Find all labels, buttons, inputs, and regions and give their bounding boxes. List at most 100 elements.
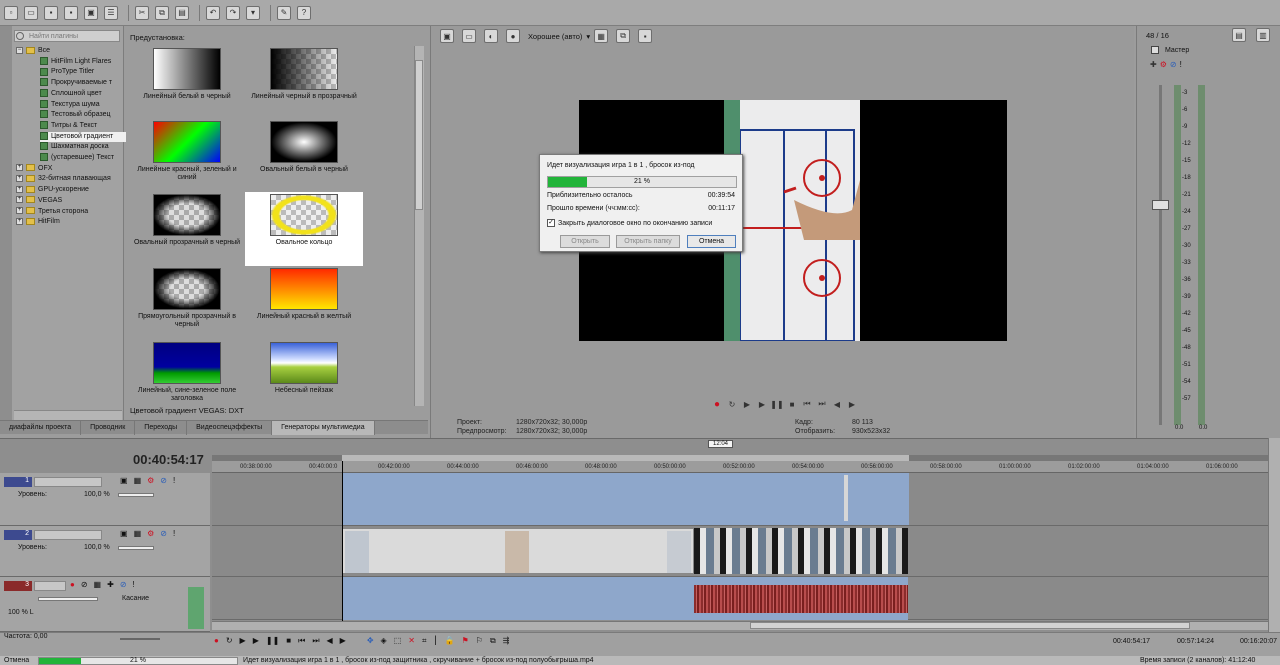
arm-record-icon[interactable]: ● (70, 580, 75, 589)
mixer-settings-icon[interactable]: ▥ (1256, 28, 1270, 42)
tree-item[interactable]: − Все (16, 46, 126, 57)
collapse-icon[interactable]: − (16, 46, 23, 54)
track-fx-icon[interactable]: ▦ (134, 476, 142, 485)
timeline-ruler[interactable]: 00:38:00:00 00:40:00:0 00:42:00:00 00:44:00… (212, 461, 1268, 473)
next-frame-icon[interactable]: ▶ (847, 399, 857, 409)
preset-tile[interactable]: Линейный красный в желтый (245, 268, 363, 340)
track-motion-icon[interactable]: ▣ (120, 476, 128, 485)
solo-track-icon[interactable]: ! (133, 580, 135, 589)
new-icon[interactable]: ▫ (4, 5, 18, 20)
video-track-2-lane[interactable] (212, 526, 1268, 577)
tree-item[interactable]: + Третья сторона (16, 207, 126, 218)
solo-track-icon[interactable]: ! (173, 529, 175, 538)
tree-item[interactable]: + VEGAS (16, 196, 126, 207)
tree-item[interactable]: Сплошной цвет (40, 88, 126, 100)
track-motion-icon[interactable]: ▣ (120, 529, 128, 538)
master-fx-icon[interactable]: ⚙ (1160, 60, 1167, 69)
go-to-start-icon[interactable]: ⏮ (298, 636, 305, 646)
tree-item[interactable]: + OFX (16, 164, 126, 175)
go-to-end-icon[interactable]: ⏭ (817, 399, 827, 409)
expand-icon[interactable]: + (16, 196, 23, 204)
master-fader-handle[interactable] (1152, 200, 1169, 210)
fx-chain-icon[interactable]: ✚ (1150, 60, 1157, 69)
mute-icon[interactable]: ⊘ (1170, 60, 1177, 69)
properties-icon[interactable]: ☰ (104, 5, 118, 20)
selection-end[interactable]: 00:57:14:24 (1177, 638, 1214, 645)
trim-icon[interactable]: ⌗ (422, 636, 427, 646)
copy-icon[interactable]: ⧉ (155, 5, 169, 20)
adjust-size-icon[interactable]: ● (506, 29, 520, 43)
level-slider[interactable] (118, 493, 154, 497)
overlays-icon[interactable]: ▦ (594, 29, 609, 43)
audio-clip[interactable] (694, 577, 908, 620)
tree-item[interactable]: HitFilm Light Flares (40, 56, 126, 68)
open-folder-button[interactable]: Открыть папку (616, 235, 680, 248)
play-from-start-icon[interactable]: ▶ (742, 399, 752, 409)
tree-item[interactable]: ProType Titler (40, 67, 126, 78)
loop-icon[interactable]: ↻ (226, 636, 233, 646)
tree-item[interactable]: Прокручиваемые т (40, 78, 126, 89)
solo-track-icon[interactable]: ! (173, 476, 175, 485)
external-monitor-icon[interactable]: ▭ (462, 29, 476, 43)
selection-tool-icon[interactable]: ⬚ (394, 636, 402, 646)
level-slider[interactable] (118, 546, 154, 550)
expand-icon[interactable]: + (16, 185, 23, 193)
track-1-region[interactable] (342, 473, 909, 525)
automation-mode[interactable]: Касание (122, 595, 149, 602)
timeline-scroll-thumb[interactable] (750, 622, 1190, 629)
tree-item[interactable]: + HitFilm (16, 217, 126, 228)
preset-tile[interactable]: Линейный белый в черный (128, 48, 246, 120)
tab-media-generators[interactable]: Генераторы мультимедиа (272, 421, 375, 435)
save-as-icon[interactable]: ▪ (64, 5, 78, 20)
history-icon[interactable]: ▾ (246, 5, 260, 20)
stop-icon[interactable]: ■ (787, 399, 797, 409)
stop-icon[interactable]: ■ (286, 636, 291, 646)
play-from-start-icon[interactable]: ▶ (240, 636, 246, 646)
go-to-start-icon[interactable]: ⏮ (802, 399, 812, 409)
prev-frame-icon[interactable]: ◀ (327, 636, 333, 646)
lock-icon[interactable]: 🔒 (445, 636, 455, 646)
undo-icon[interactable]: ↶ (206, 5, 220, 20)
tab-video-fx[interactable]: Видеоспецэффекты (187, 421, 273, 435)
audio-track-3-lane[interactable] (212, 577, 1268, 620)
pause-icon[interactable]: ❚❚ (266, 636, 279, 646)
tree-item[interactable]: +32-битная плавающая (16, 174, 126, 185)
cancel-button[interactable]: Отмена (687, 235, 736, 248)
tree-item[interactable]: Титры & Текст (40, 121, 126, 132)
track-name-field[interactable] (34, 530, 102, 540)
invert-phase-icon[interactable]: ⊘ (81, 580, 88, 589)
short-clip[interactable] (844, 475, 848, 521)
tree-item[interactable]: Текстура шума (40, 99, 126, 111)
preset-tile[interactable]: Небесный пейзаж (245, 342, 363, 414)
selection-length[interactable]: 00:16:20:07 (1240, 638, 1277, 645)
render-icon[interactable]: ▣ (84, 5, 98, 20)
track-fx-icon[interactable]: ▦ (94, 580, 102, 589)
split-screen-icon[interactable]: ◐ (484, 29, 498, 43)
auto-ripple-icon[interactable]: ⇶ (503, 636, 510, 646)
preset-scrollbar-thumb[interactable] (415, 60, 423, 210)
selection-start[interactable]: 00:40:54:17 (1113, 638, 1150, 645)
track-name-field[interactable] (34, 581, 66, 591)
tab-explorer[interactable]: Проводник (81, 421, 136, 435)
split-icon[interactable]: ⎮ (433, 636, 437, 646)
preview-properties-icon[interactable]: ▣ (440, 29, 454, 43)
play-icon[interactable]: ▶ (757, 399, 767, 409)
record-icon[interactable]: ● (214, 636, 219, 646)
tree-item[interactable]: Шахматная доска (40, 142, 126, 153)
solo-icon[interactable]: ! (1180, 60, 1182, 69)
mute-track-icon[interactable]: ⊘ (120, 580, 127, 589)
timeline-vertical-scrollbar[interactable] (1268, 438, 1280, 632)
track-fx-icon[interactable]: ▦ (134, 529, 142, 538)
video-clip-segments[interactable] (694, 528, 908, 574)
region-icon[interactable]: ⚐ (476, 636, 483, 646)
preset-tile[interactable]: Прямоугольный прозрачный в черный (128, 268, 246, 340)
snapping-icon[interactable]: ⧉ (490, 636, 496, 646)
prev-frame-icon[interactable]: ◀ (832, 399, 842, 409)
mute-track-icon[interactable]: ⊘ (160, 529, 167, 538)
audio-empty-region[interactable] (342, 577, 694, 620)
whats-this-icon[interactable]: ? (297, 5, 311, 20)
marker-icon[interactable]: ⚑ (462, 636, 469, 646)
go-to-end-icon[interactable]: ⏭ (312, 636, 319, 646)
tree-item[interactable]: (устаревшее) Текст (40, 153, 126, 164)
video-track-1-lane[interactable] (212, 473, 1268, 526)
